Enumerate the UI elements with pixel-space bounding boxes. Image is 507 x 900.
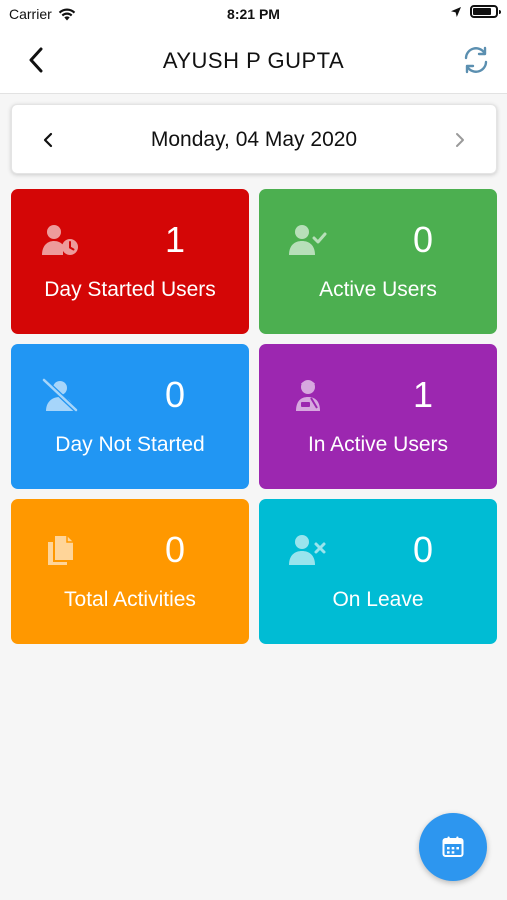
tile-total-activities[interactable]: 0 Total Activities	[11, 499, 249, 644]
tile-count: 1	[164, 219, 186, 260]
refresh-button[interactable]	[459, 43, 493, 77]
selected-date: Monday, 04 May 2020	[150, 128, 358, 151]
tile-label: Total Activities	[64, 588, 196, 611]
chevron-right-icon	[456, 133, 464, 147]
page-title: AYUSH P GUPTA	[162, 48, 345, 73]
tile-count: 0	[164, 374, 186, 415]
user-slash-icon	[42, 378, 78, 412]
tile-count: 0	[164, 529, 186, 570]
location-arrow-icon	[451, 6, 461, 17]
tile-label: Day Started Users	[44, 278, 216, 301]
calendar-icon	[442, 836, 464, 857]
tile-count: 0	[412, 529, 434, 570]
date-selector: Monday, 04 May 2020	[11, 104, 497, 174]
user-times-icon	[289, 535, 326, 565]
status-right-group	[450, 5, 501, 18]
tile-count: 0	[412, 219, 434, 260]
tile-label: Day Not Started	[55, 433, 205, 456]
refresh-icon	[464, 46, 488, 74]
user-injured-icon	[296, 380, 320, 411]
user-clock-icon	[42, 225, 78, 255]
user-check-icon	[289, 225, 327, 255]
calendar-button[interactable]	[419, 813, 487, 881]
battery-icon	[470, 5, 501, 18]
app-header: AYUSH P GUPTA	[0, 28, 507, 94]
tile-label: On Leave	[332, 588, 424, 611]
tile-active-users[interactable]: 0 Active Users	[259, 189, 497, 334]
tile-day-not-started[interactable]: 0 Day Not Started	[11, 344, 249, 489]
tile-count: 1	[412, 374, 434, 415]
status-bar: Carrier 8:21 PM	[0, 0, 507, 28]
tile-label: Active Users	[319, 278, 437, 301]
tile-on-leave[interactable]: 0 On Leave	[259, 499, 497, 644]
tile-day-started-users[interactable]: 1 Day Started Users	[11, 189, 249, 334]
copy-icon	[48, 536, 73, 565]
tile-in-active-users[interactable]: 1 In Active Users	[259, 344, 497, 489]
tile-label: In Active Users	[307, 433, 449, 456]
status-time: 8:21 PM	[227, 6, 280, 22]
next-date-button[interactable]	[446, 126, 474, 154]
